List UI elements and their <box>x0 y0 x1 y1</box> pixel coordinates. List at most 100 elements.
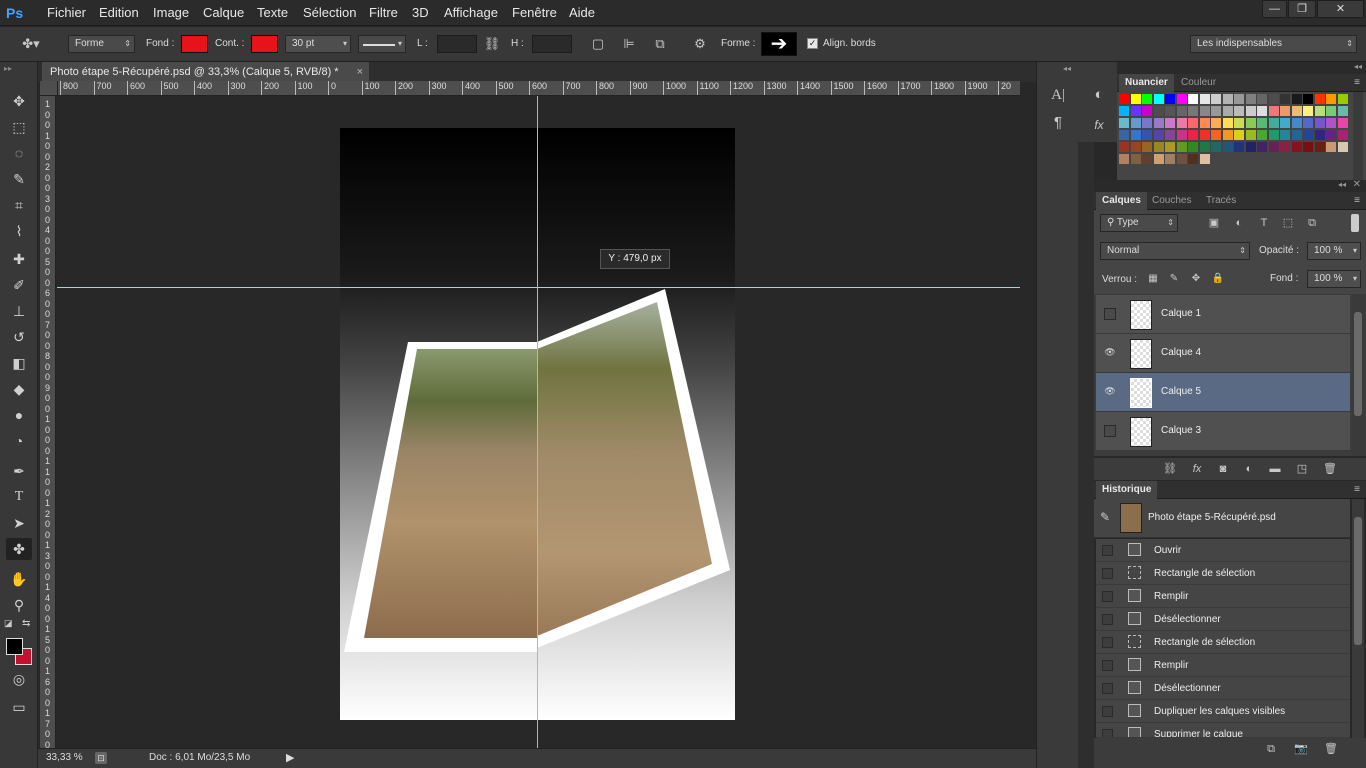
color-swatch[interactable] <box>1119 94 1129 104</box>
layer-style-icon[interactable]: fx <box>1188 460 1206 478</box>
color-swatch[interactable] <box>1153 118 1164 128</box>
tab-nuancier[interactable]: Nuancier <box>1119 74 1174 92</box>
color-swatch[interactable] <box>1234 106 1244 116</box>
tab-traces[interactable]: Tracés <box>1200 192 1242 210</box>
vertical-guide[interactable] <box>537 96 538 748</box>
color-swatch[interactable] <box>1268 94 1279 104</box>
menu-texte[interactable]: Texte <box>257 5 288 21</box>
layer-filter-select[interactable]: ⚲ Type ⇕ <box>1100 214 1178 232</box>
share-icon[interactable]: ⊡ <box>95 752 107 764</box>
color-swatch[interactable] <box>1153 130 1164 140</box>
color-swatch[interactable] <box>1257 130 1267 140</box>
color-swatch[interactable] <box>1199 142 1210 152</box>
menu-affichage[interactable]: Affichage <box>444 5 498 21</box>
filter-smart-object-icon[interactable]: ⧉ <box>1304 214 1320 232</box>
color-swatch[interactable] <box>1268 118 1279 128</box>
color-swatch[interactable] <box>1257 94 1267 104</box>
history-item[interactable]: Désélectionner <box>1096 608 1350 631</box>
eraser-tool-icon[interactable]: ◧ <box>6 352 32 374</box>
color-swatch[interactable] <box>1337 118 1348 128</box>
color-swatch[interactable] <box>1176 130 1187 140</box>
color-swatch[interactable] <box>1211 130 1221 140</box>
history-item[interactable]: Remplir <box>1096 585 1350 608</box>
filter-type-icon[interactable]: T <box>1256 214 1272 232</box>
horizontal-guide[interactable] <box>57 287 1020 288</box>
history-item[interactable]: Rectangle de sélection <box>1096 562 1350 585</box>
color-swatch[interactable] <box>1142 106 1152 116</box>
color-swatch[interactable] <box>1326 106 1336 116</box>
color-swatch[interactable] <box>1326 94 1336 104</box>
color-swatch[interactable] <box>1176 154 1187 164</box>
color-swatch[interactable] <box>1211 142 1221 152</box>
color-swatch[interactable] <box>1188 118 1198 128</box>
color-swatch[interactable] <box>1142 142 1152 152</box>
new-document-from-state-icon[interactable]: ⧉ <box>1262 740 1280 758</box>
color-swatch[interactable] <box>1119 130 1129 140</box>
history-source-box[interactable] <box>1102 614 1113 625</box>
stroke-width-field[interactable]: 30 pt ▾ <box>285 35 351 53</box>
color-swatch[interactable] <box>1280 130 1290 140</box>
color-swatch[interactable] <box>1153 142 1164 152</box>
color-swatch[interactable] <box>1211 118 1221 128</box>
color-swatch[interactable] <box>1303 118 1313 128</box>
color-swatch[interactable] <box>1165 142 1175 152</box>
color-swatch[interactable] <box>1280 106 1290 116</box>
mode-select[interactable]: Forme ⇕ <box>68 35 135 53</box>
color-swatch[interactable] <box>1234 142 1244 152</box>
color-swatch[interactable] <box>1245 130 1256 140</box>
blur-tool-icon[interactable]: ● <box>6 404 32 426</box>
history-snapshot[interactable]: ✎ Photo étape 5-Récupéré.psd <box>1094 499 1350 538</box>
vertical-ruler[interactable]: 1001002003004005006007008009001000110012… <box>40 96 56 748</box>
color-swatch[interactable] <box>1291 118 1302 128</box>
opacity-field[interactable]: 100 % ▾ <box>1307 242 1361 260</box>
new-snapshot-icon[interactable]: 📷 <box>1292 740 1310 758</box>
color-swatch[interactable] <box>1337 94 1348 104</box>
dodge-tool-icon[interactable]: ◔ <box>6 430 32 452</box>
link-layers-icon[interactable]: ⛓ <box>1162 460 1178 478</box>
color-swatch[interactable] <box>1199 118 1210 128</box>
link-icon[interactable]: ⛓ <box>483 35 501 53</box>
color-swatch[interactable] <box>1245 94 1256 104</box>
color-swatch[interactable] <box>1176 118 1187 128</box>
color-swatch[interactable] <box>1337 142 1348 152</box>
color-swatch[interactable] <box>1199 94 1210 104</box>
color-swatch[interactable] <box>1188 106 1198 116</box>
minimize-button[interactable]: — <box>1262 0 1287 18</box>
history-source-box[interactable] <box>1102 545 1113 556</box>
color-swatch[interactable] <box>1130 154 1141 164</box>
custom-shape-tool-active-icon[interactable]: ✤ <box>6 538 32 560</box>
layers-scroll-thumb[interactable] <box>1354 312 1362 416</box>
visibility-toggle[interactable] <box>1104 308 1116 320</box>
color-swatch[interactable] <box>1280 94 1290 104</box>
paragraph-panel-icon[interactable]: ¶ <box>1047 114 1069 132</box>
color-swatch[interactable] <box>1142 94 1152 104</box>
color-swatch[interactable] <box>1176 106 1187 116</box>
color-swatch[interactable] <box>1326 118 1336 128</box>
close-window-button[interactable]: ✕ <box>1317 0 1364 18</box>
color-swatch[interactable] <box>1188 94 1198 104</box>
color-swatch[interactable] <box>1119 142 1129 152</box>
swatches-scrollbar[interactable] <box>1353 92 1363 180</box>
history-item[interactable]: Rectangle de sélection <box>1096 631 1350 654</box>
tab-historique[interactable]: Historique <box>1096 481 1158 499</box>
tab-couleur[interactable]: Couleur <box>1175 74 1222 92</box>
color-swatch[interactable] <box>1326 142 1336 152</box>
color-swatch[interactable] <box>1165 94 1175 104</box>
layer-row-calque-4[interactable]: 👁 Calque 4 <box>1096 334 1350 373</box>
layer-row-calque-3[interactable]: Calque 3 <box>1096 412 1350 451</box>
crop-tool-icon[interactable]: ⌗ <box>6 194 32 216</box>
color-swatch[interactable] <box>1268 106 1279 116</box>
lock-transparency-icon[interactable]: ▦ <box>1146 270 1160 288</box>
history-source-box[interactable] <box>1102 683 1113 694</box>
layer-row-calque-1[interactable]: Calque 1 <box>1096 295 1350 334</box>
character-panel-icon[interactable]: A| <box>1047 86 1069 104</box>
color-swatch[interactable] <box>1245 118 1256 128</box>
menu-filtre[interactable]: Filtre <box>369 5 398 21</box>
color-swatch[interactable] <box>1257 118 1267 128</box>
restore-button[interactable]: ❐ <box>1288 0 1316 18</box>
color-swatch[interactable] <box>1142 154 1152 164</box>
stroke-type-select[interactable]: ▾ <box>358 35 406 53</box>
color-swatch[interactable] <box>1130 106 1141 116</box>
history-source-box[interactable] <box>1102 660 1113 671</box>
tab-couches[interactable]: Couches <box>1146 192 1197 210</box>
